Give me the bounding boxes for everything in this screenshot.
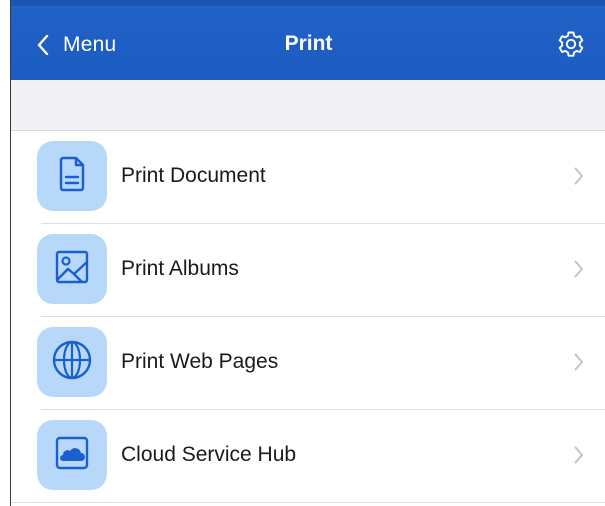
menu-item-print-web-pages[interactable]: Print Web Pages (11, 317, 605, 410)
document-icon (52, 154, 92, 199)
menu-item-label: Cloud Service Hub (121, 443, 297, 466)
page-title: Print (284, 32, 333, 55)
menu-item-print-albums[interactable]: Print Albums (11, 224, 605, 317)
section-spacer (11, 80, 605, 131)
cloud-icon (52, 433, 92, 478)
chevron-right-icon (574, 446, 584, 469)
print-menu-list: Print Document Print Albums Print Web Pa… (11, 131, 605, 503)
gear-icon (557, 31, 585, 62)
print-web-pages-icon-tile (37, 327, 107, 397)
menu-item-label: Print Web Pages (121, 350, 279, 373)
menu-item-label: Print Document (121, 164, 266, 187)
menu-item-label: Print Albums (121, 257, 239, 280)
menu-item-cloud-service-hub[interactable]: Cloud Service Hub (11, 410, 605, 503)
menu-item-print-document[interactable]: Print Document (11, 131, 605, 224)
print-document-icon-tile (37, 141, 107, 211)
row-divider (11, 502, 605, 503)
app-screen: Menu Print Print Document Print Albums P… (10, 0, 605, 506)
cloud-service-hub-icon-tile (37, 420, 107, 490)
navigation-bar: Menu Print (11, 0, 605, 80)
chevron-right-icon (574, 260, 584, 283)
photo-icon (52, 247, 92, 292)
status-bar (11, 0, 605, 6)
chevron-right-icon (574, 353, 584, 376)
settings-button[interactable] (557, 30, 585, 58)
chevron-right-icon (574, 167, 584, 190)
globe-icon (50, 338, 94, 387)
print-albums-icon-tile (37, 234, 107, 304)
